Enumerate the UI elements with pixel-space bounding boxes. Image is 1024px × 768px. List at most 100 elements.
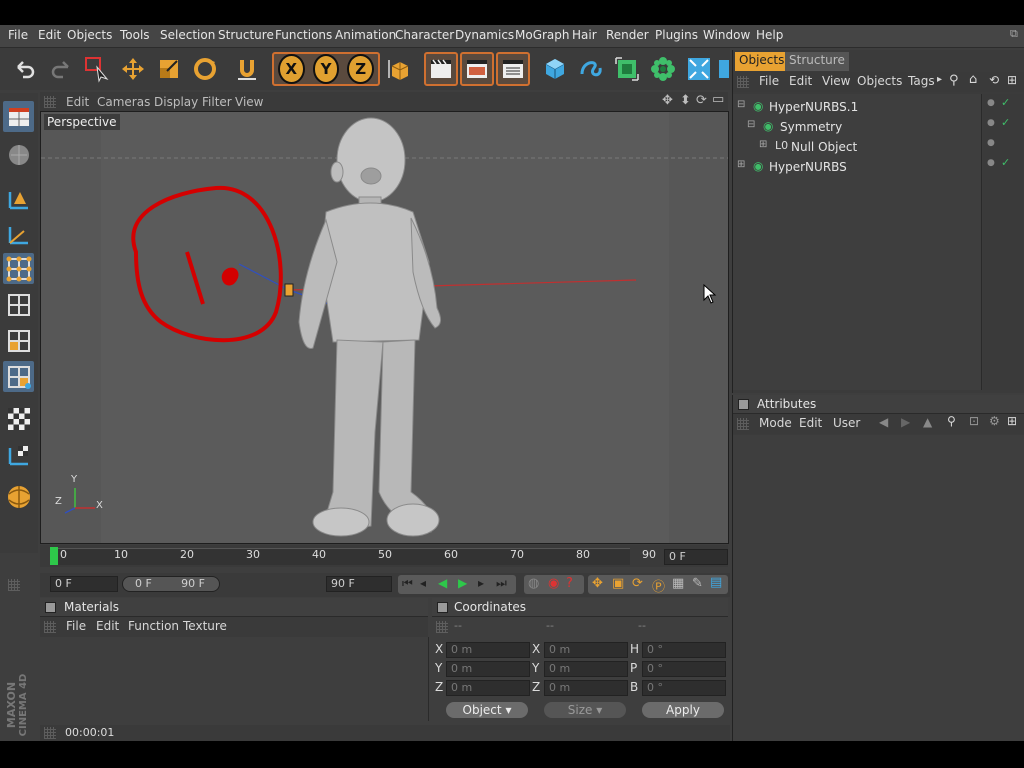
panel-toggle-icon[interactable] [437,602,448,613]
collapse-icon[interactable]: ⊟ [737,99,745,110]
panel-grip[interactable] [737,418,749,430]
toolbar-overflow-icon[interactable] [718,52,730,86]
materials-menu-function[interactable]: Function [128,619,179,633]
forward-arrow-icon[interactable]: ▶ [901,415,910,429]
new-window-icon[interactable]: ⊞ [1007,73,1017,87]
keyframe-icon[interactable]: ◍ [528,576,539,591]
edges-mode-icon[interactable] [3,289,34,320]
object-row-hypernurbs-1[interactable]: ⊟ ◉ HyperNURBS.1 [733,98,983,116]
viewport-menu-filter[interactable]: Filter [202,95,232,109]
menu-hair[interactable]: Hair [572,28,597,42]
key-parameter-icon[interactable]: Ⓟ [652,576,665,595]
panel-grip[interactable] [8,579,20,591]
undo-icon[interactable] [8,52,42,86]
coord-mode-select[interactable]: Object ▾ [446,702,528,718]
menu-file[interactable]: File [8,28,28,42]
panel-toggle-icon[interactable] [738,399,749,410]
z-axis-lock-icon[interactable]: Z [347,54,375,84]
timeline-window-icon[interactable]: ▤ [710,575,722,590]
object-row-symmetry[interactable]: ⊟ ◉ Symmetry [733,118,983,136]
enabled-check-icon[interactable]: ✓ [1001,116,1010,129]
objects-menu-objects[interactable]: Objects [857,74,902,88]
viewport-menu-display[interactable]: Display [154,95,198,109]
link-icon[interactable]: ⟲ [989,73,999,87]
max-frame-input[interactable]: 90 F [326,576,392,592]
checker-texture-icon[interactable] [3,403,34,434]
x-axis-lock-icon[interactable]: X [278,54,305,84]
apply-button[interactable]: Apply [642,702,724,718]
objects-menu-edit[interactable]: Edit [789,74,812,88]
viewport-maximize-icon[interactable]: ▭ [712,92,724,107]
visibility-dot-icon[interactable]: ● [987,98,995,108]
attributes-menu-user[interactable]: User [833,416,860,430]
menu-structure[interactable]: Structure [218,28,274,42]
array-icon[interactable] [646,52,680,86]
points-mode-icon[interactable] [3,253,34,284]
spline-icon[interactable] [574,52,608,86]
record-help-icon[interactable]: ? [566,576,573,591]
materials-menu-texture[interactable]: Texture [183,619,227,633]
tab-objects[interactable]: Objects [735,52,789,71]
go-to-start-icon[interactable]: ⏮ [402,576,413,591]
render-settings-icon[interactable] [496,52,530,86]
key-scale-icon[interactable]: ▣ [612,576,624,591]
objects-menu-tags[interactable]: Tags [908,74,935,88]
home-icon[interactable]: ⌂ [969,72,977,87]
panel-grip[interactable] [436,621,448,633]
move-icon[interactable] [116,52,150,86]
uv-mode-icon[interactable] [3,361,34,392]
panel-toggle-icon[interactable] [45,602,56,613]
menu-render[interactable]: Render [606,28,649,42]
enabled-check-icon[interactable]: ✓ [1001,96,1010,109]
tab-structure[interactable]: Structure [785,52,849,71]
menu-more-icon[interactable]: ▸ [937,74,942,85]
back-arrow-icon[interactable]: ◀ [879,415,888,429]
object-row-hypernurbs[interactable]: ⊞ ◉ HyperNURBS [733,158,983,176]
materials-menu-file[interactable]: File [66,619,86,633]
timeline-track[interactable] [50,548,630,565]
object-axis-icon[interactable] [3,218,34,249]
enabled-check-icon[interactable]: ✓ [1001,156,1010,169]
texture-mode-icon[interactable] [3,139,34,170]
key-position-icon[interactable]: ✥ [592,576,603,591]
position-z-field[interactable]: 0 m [446,680,530,696]
search-icon[interactable]: ⚲ [947,414,956,428]
nurbs-icon[interactable] [610,52,644,86]
viewport-move-icon[interactable]: ✥ [662,93,673,108]
up-arrow-icon[interactable]: ▲ [923,415,932,429]
attributes-menu-edit[interactable]: Edit [799,416,822,430]
viewport-menu-view[interactable]: View [235,95,263,109]
menu-functions[interactable]: Functions [275,28,332,42]
new-window-icon[interactable]: ⊞ [1007,414,1017,428]
polygons-mode-icon[interactable] [3,325,34,356]
panel-grip[interactable] [44,621,56,633]
sculpt-icon[interactable] [3,481,34,512]
y-axis-lock-icon[interactable]: Y [312,54,340,84]
menu-edit[interactable]: Edit [38,28,61,42]
expand-icon[interactable]: ⊞ [759,139,767,150]
menu-dynamics[interactable]: Dynamics [455,28,514,42]
next-frame-icon[interactable]: ▸ [478,576,484,590]
timeline-playhead[interactable] [50,547,58,565]
timeline-scheme-icon[interactable]: ✎ [692,576,703,591]
menu-character[interactable]: Character [395,28,454,42]
size-x-field[interactable]: 0 m [544,642,628,658]
prev-frame-icon[interactable]: ◂ [420,576,426,590]
search-icon[interactable]: ⚲ [949,73,959,88]
viewport-layout-icon[interactable] [3,101,34,132]
menu-animation[interactable]: Animation [335,28,396,42]
redo-icon[interactable] [44,52,78,86]
visibility-dot-icon[interactable]: ● [987,158,995,168]
object-tree[interactable]: ⊟ ◉ HyperNURBS.1 ⊟ ◉ Symmetry ⊞ L0 Null … [733,94,982,390]
lock-icon[interactable]: ⊡ [969,414,979,428]
menu-window[interactable]: Window [703,28,750,42]
viewport-rotate-icon[interactable]: ⟳ [696,93,707,108]
viewport-zoom-icon[interactable]: ⬍ [680,93,691,108]
magnet-icon[interactable] [230,52,264,86]
menu-help[interactable]: Help [756,28,783,42]
materials-menu-edit[interactable]: Edit [96,619,119,633]
viewport-menu-cameras[interactable]: Cameras [97,95,150,109]
expand-icon[interactable]: ⊞ [737,159,745,170]
menu-objects[interactable]: Objects [67,28,112,42]
play-forward-icon[interactable]: ▶ [458,576,467,590]
